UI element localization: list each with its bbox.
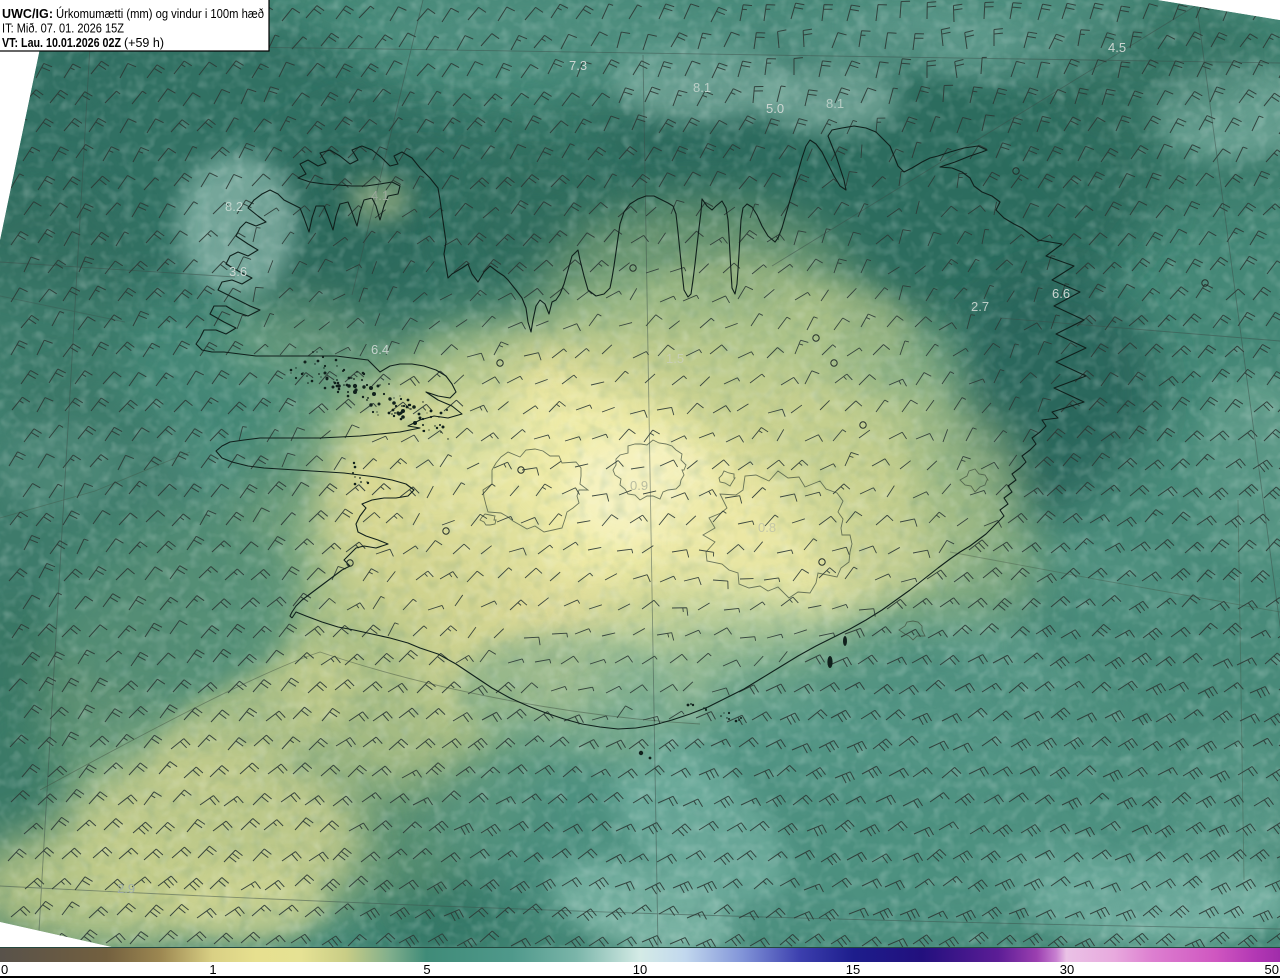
svg-text:2.7: 2.7: [971, 299, 989, 314]
svg-text:8.2: 8.2: [225, 199, 243, 214]
svg-text:6.6: 6.6: [1052, 286, 1070, 301]
svg-text:IT: Mið. 07. 01. 2026 15Z: IT: Mið. 07. 01. 2026 15Z: [2, 22, 124, 36]
svg-text:4.1: 4.1: [371, 188, 389, 203]
svg-text:10: 10: [633, 962, 647, 977]
svg-text:4.5: 4.5: [1108, 40, 1126, 55]
svg-text:UWC/IG:: UWC/IG:: [2, 7, 53, 21]
svg-text:8.1: 8.1: [826, 96, 844, 111]
svg-text:1: 1: [209, 962, 216, 977]
svg-text:1.5: 1.5: [666, 351, 684, 366]
svg-text:VT: Lau. 10.01.2026 02Z: VT: Lau. 10.01.2026 02Z: [2, 36, 121, 50]
svg-text:50: 50: [1265, 962, 1279, 977]
svg-text:30: 30: [1060, 962, 1074, 977]
svg-text:0.9: 0.9: [630, 478, 648, 493]
svg-text:3.6: 3.6: [229, 264, 247, 279]
svg-text:15: 15: [846, 962, 860, 977]
svg-text:6.4: 6.4: [371, 342, 389, 357]
svg-text:(+59 h): (+59 h): [124, 36, 164, 50]
svg-text:0: 0: [1, 962, 8, 977]
svg-text:5: 5: [423, 962, 430, 977]
svg-text:2.9: 2.9: [117, 881, 135, 896]
svg-text:5.0: 5.0: [766, 101, 784, 116]
svg-text:7.3: 7.3: [569, 58, 587, 73]
svg-text:0.8: 0.8: [758, 520, 776, 535]
svg-text:Úrkomumætti (mm) og vindur i 1: Úrkomumætti (mm) og vindur i 100m hæð: [56, 6, 264, 21]
svg-text:8.1: 8.1: [693, 80, 711, 95]
